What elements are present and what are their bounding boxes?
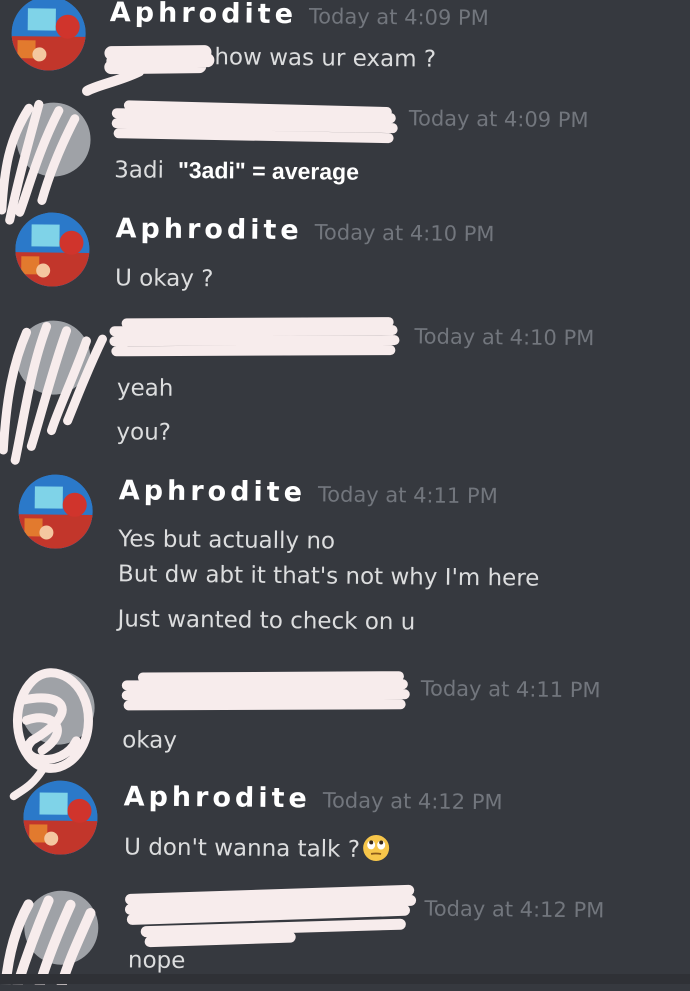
message-header: Aphrodite Today at 4:10 PM (115, 213, 494, 248)
message-header-timestamp: Today at 4:11 PM (421, 676, 601, 702)
message-text: okay (122, 727, 178, 754)
chat-message-list: Aphrodite Today at 4:09 PM how was ur exa… (0, 0, 690, 991)
username[interactable]: Aphrodite (119, 475, 306, 508)
translation-note: "3adi" = average (177, 156, 360, 185)
timestamp: Today at 4:12 PM (322, 788, 503, 815)
message-text: nope (127, 947, 186, 974)
avatar[interactable] (15, 212, 90, 287)
message-group: Aphrodite Today at 4:09 PM how was ur exa… (0, 0, 690, 73)
message-header: Aphrodite Today at 4:11 PM (119, 475, 498, 510)
message-text: Just wanted to check on u (117, 606, 416, 636)
avatar[interactable] (23, 780, 98, 856)
timestamp: Today at 4:12 PM (424, 896, 605, 923)
aphrodite-avatar-image (18, 474, 94, 549)
username[interactable]: Aphrodite (124, 781, 311, 814)
message-text: Yes but actually no (118, 526, 336, 555)
message-header-timestamp: Today at 4:09 PM (409, 106, 589, 132)
username[interactable]: Aphrodite (110, 0, 297, 30)
message-header-timestamp: Today at 4:10 PM (414, 324, 594, 350)
message-text: U okay ? (114, 265, 214, 293)
timestamp: Today at 4:10 PM (414, 324, 595, 351)
avatar[interactable] (16, 102, 91, 177)
aphrodite-avatar-image (15, 212, 90, 287)
username[interactable]: Aphrodite (115, 213, 302, 246)
message-text: how was ur exam ? (214, 44, 437, 73)
aphrodite-avatar-image (23, 780, 98, 856)
avatar[interactable] (11, 0, 87, 71)
bottom-edge (0, 974, 690, 984)
timestamp: Today at 4:11 PM (420, 676, 601, 703)
aphrodite-avatar-image (11, 0, 87, 71)
message-text-content: 3adi (114, 157, 165, 184)
message-text: 3adi "3adi" = average (114, 156, 359, 186)
avatar[interactable] (18, 474, 94, 549)
timestamp: Today at 4:10 PM (314, 220, 495, 247)
avatar[interactable] (20, 670, 95, 746)
message-text: yeah (116, 375, 174, 402)
timestamp: Today at 4:09 PM (408, 106, 589, 133)
timestamp: Today at 4:11 PM (317, 482, 498, 509)
message-header: Aphrodite Today at 4:09 PM (110, 0, 489, 32)
message-text: you? (116, 419, 172, 446)
message-text: U don't wanna talk ? (124, 831, 390, 863)
rolling-eyes-emoji-icon (363, 834, 390, 861)
message-text: But dw abt it that's not why I'm here (117, 561, 540, 592)
avatar[interactable] (23, 890, 99, 966)
message-text-content: U don't wanna talk ? (123, 834, 361, 863)
avatar[interactable] (15, 320, 91, 395)
timestamp: Today at 4:09 PM (308, 4, 489, 31)
message-header: Aphrodite Today at 4:12 PM (124, 781, 503, 816)
message-header-timestamp: Today at 4:12 PM (424, 896, 604, 922)
